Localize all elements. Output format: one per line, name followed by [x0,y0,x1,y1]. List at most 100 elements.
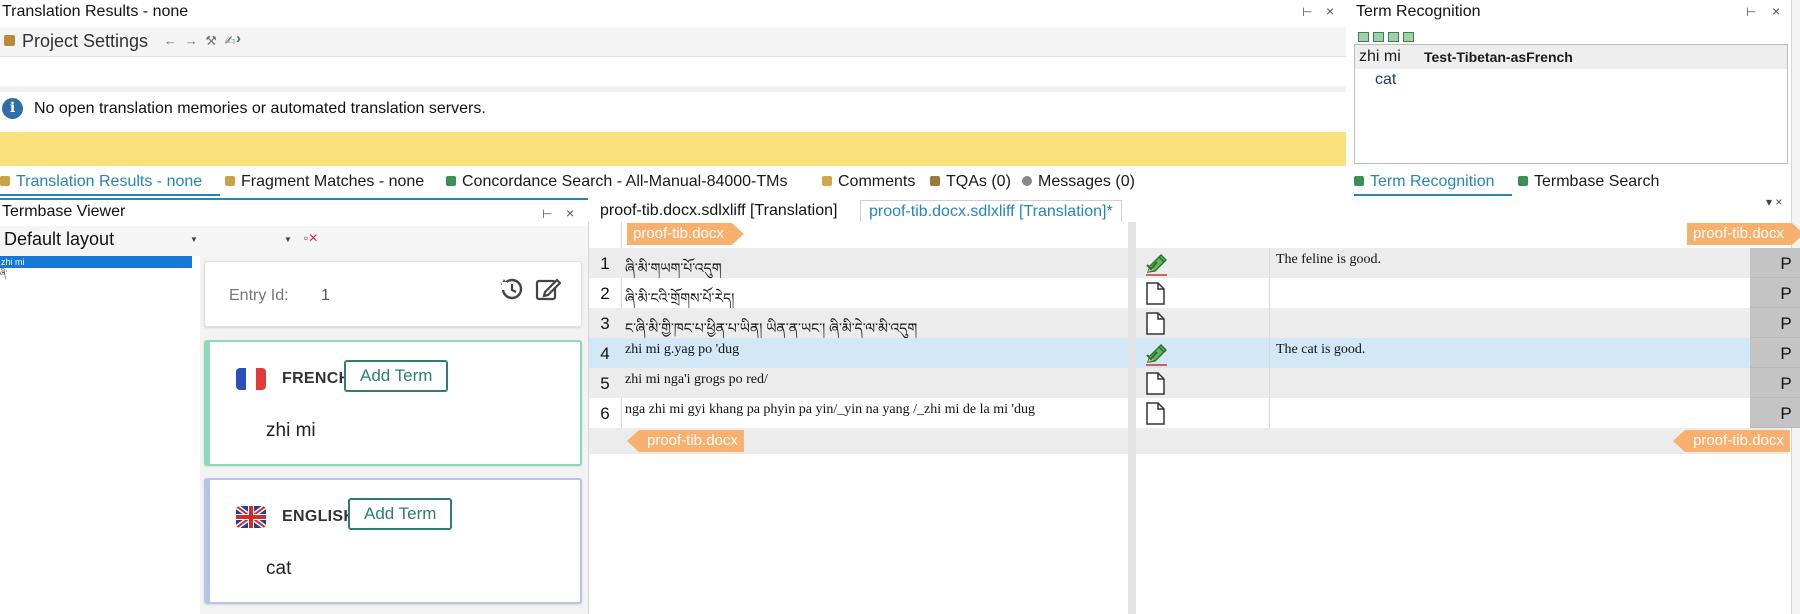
file-end-tag[interactable]: proof-tib.docx [1673,430,1790,452]
termbase-settings-icon[interactable] [1373,32,1384,42]
tab-document-1[interactable]: proof-tib.docx.sdlxliff [Translation] [592,200,845,224]
layout-select[interactable]: Default layout [4,229,200,254]
tab-messages[interactable]: Messages (0) [1022,171,1135,196]
segment-status[interactable] [1136,308,1269,338]
tab-translation-results[interactable]: Translation Results - none [0,171,220,196]
target-segment[interactable]: The feline is good. [1269,248,1750,278]
tab-label: Concordance Search - All-Manual-84000-TM… [462,173,788,190]
list-item[interactable]: zhi mi [0,256,192,268]
source-segment[interactable]: nga zhi mi gyi khang pa phyin pa yin/_yi… [621,398,1128,428]
history-icon[interactable] [499,276,525,302]
term-text[interactable]: zhi mi [266,420,316,442]
target-segment[interactable] [1269,398,1750,428]
side-tab-2[interactable] [1788,122,1800,182]
pin-icon[interactable]: ⊢ [542,207,552,221]
tab-term-recognition[interactable]: Term Recognition [1354,171,1512,196]
segment-lock-status[interactable]: P [1750,278,1800,308]
segment-status[interactable] [1136,248,1269,278]
tab-label: Comments [838,173,916,190]
target-segment[interactable]: The cat is good. [1269,338,1750,368]
close-icon[interactable]: × [566,205,574,221]
source-segment[interactable]: ཞི་མི་ངའི་གྲོགས་པོ་རེད། [621,278,1128,308]
segment-number: 3 [589,308,621,338]
source-segment[interactable]: zhi mi g.yag po 'dug [621,338,1128,368]
tab-comments[interactable]: Comments [822,171,915,196]
side-tab-1[interactable] [1788,14,1800,110]
term-recognition-title: Term Recognition [1356,3,1481,20]
entry-id-value: 1 [321,287,330,304]
file-start-tag[interactable]: proof-tib.docx [627,223,744,245]
tab-fragment-matches[interactable]: Fragment Matches - none [225,171,424,196]
document-icon [1146,282,1165,305]
tab-termbase-search[interactable]: Termbase Search [1518,171,1659,196]
editor-splitter[interactable] [1128,222,1136,614]
language-name: FRENCH [282,370,351,387]
filter-select[interactable] [206,229,286,254]
add-term-button[interactable]: Add Term [348,498,453,530]
info-message-row: i No open translation memories or automa… [0,96,1346,126]
language-card-french: FRENCH Add Term zhi mi [204,340,582,466]
tab-label: TQAs (0) [946,173,1011,190]
list-item[interactable]: ཞི་ [0,269,7,279]
segment-row[interactable]: 1 ཞི་མི་གཡག་པོ་འདུག The feline is good. P [589,248,1800,278]
tab-tqas[interactable]: TQAs (0) [930,171,1011,196]
project-settings-icon[interactable] [4,35,15,46]
source-segment[interactable]: ཞི་མི་གཡག་པོ་འདུག [621,248,1128,278]
term-text[interactable]: cat [266,558,291,580]
segment-row[interactable]: 4 zhi mi g.yag po 'dug The cat is good. P [589,338,1800,368]
target-segment[interactable] [1269,278,1750,308]
file-end-tag[interactable]: proof-tib.docx [627,430,744,452]
chevron-right-icon[interactable]: › [236,30,241,47]
recognized-source-term: zhi mi [1359,48,1401,65]
segment-row[interactable]: 6 nga zhi mi gyi khang pa phyin pa yin/_y… [589,398,1800,428]
segment-lock-status[interactable]: P [1750,338,1800,368]
segment-status[interactable] [1136,338,1269,368]
language-name: ENGLISH [282,508,356,525]
target-segment[interactable] [1269,308,1750,338]
entry-id-label: Entry Id: [229,287,289,304]
term-recognition-results: zhi mi Test-Tibetan-asFrench cat [1354,44,1788,164]
chevron-down-icon[interactable]: ▼ [190,235,198,244]
target-segment[interactable] [1269,368,1750,398]
segment-row[interactable]: 2 ཞི་མི་ངའི་གྲོགས་པོ་རེད། P [589,278,1800,308]
segment-row[interactable]: 3 ང་ཞི་མི་གྱི་ཁང་པ་ཕྱིན་པ་ཡིན། ཡིན་ན་ཡང་།… [589,308,1800,338]
pin-icon[interactable]: ⊢ [1746,5,1756,19]
tab-document-2[interactable]: proof-tib.docx.sdlxliff [Translation]* [860,200,1122,224]
segment-lock-status[interactable]: P [1750,398,1800,428]
source-segment[interactable]: zhi mi nga'i grogs po red/ [621,368,1128,398]
close-icon[interactable]: × [1326,3,1334,19]
translation-results-icon [0,176,10,186]
chevron-down-icon[interactable]: ▼ [284,235,292,244]
pin-icon[interactable]: ⊢ [1302,5,1312,19]
add-term-button[interactable]: Add Term [344,360,449,392]
tab-label: Messages (0) [1038,173,1135,190]
termbase-edit-icon[interactable] [1403,32,1414,42]
side-tab-4[interactable] [1788,482,1800,592]
source-segment[interactable]: ང་ཞི་མི་གྱི་ཁང་པ་ཕྱིན་པ་ཡིན། ཡིན་ན་ཡང་། … [621,308,1128,338]
termbase-add-icon[interactable] [1388,32,1399,42]
segment-number: 4 [589,338,621,368]
termbase-entry-view: Entry Id: 1 FRENCH Add Term zhi mi ENGLI [200,256,588,614]
termbase-entry-list: zhi mi ཞི་ [0,256,200,614]
termbase-viewer-toolbar: Default layout ▼ ▼ ▫✕ [0,226,588,256]
segment-lock-status[interactable]: P [1750,248,1800,278]
close-icon[interactable]: × [1772,3,1780,19]
termbase-icon[interactable] [1358,32,1369,42]
navigation-arrows-icon[interactable]: ← → ⚒ ✍ [164,33,237,49]
term-tab-strip: Term Recognition Termbase Search [1354,171,1800,196]
segment-lock-status[interactable]: P [1750,308,1800,338]
recognized-target-term[interactable]: cat [1375,71,1396,89]
segment-status[interactable] [1136,368,1269,398]
segment-status[interactable] [1136,398,1269,428]
term-recognition-row[interactable]: zhi mi Test-Tibetan-asFrench [1355,45,1787,69]
french-flag-icon [236,368,266,390]
file-start-tag[interactable]: proof-tib.docx [1687,223,1800,245]
project-settings-button[interactable]: Project Settings [22,31,148,52]
segment-row[interactable]: 5 zhi mi nga'i grogs po red/P [589,368,1800,398]
segment-status[interactable] [1136,278,1269,308]
tab-concordance-search[interactable]: Concordance Search - All-Manual-84000-TM… [446,171,787,196]
segment-lock-status[interactable]: P [1750,368,1800,398]
delete-entry-icon[interactable]: ▫✕ [304,231,318,245]
edit-icon[interactable] [535,276,561,302]
editor-window-controls[interactable]: ▾ × [1766,195,1782,209]
